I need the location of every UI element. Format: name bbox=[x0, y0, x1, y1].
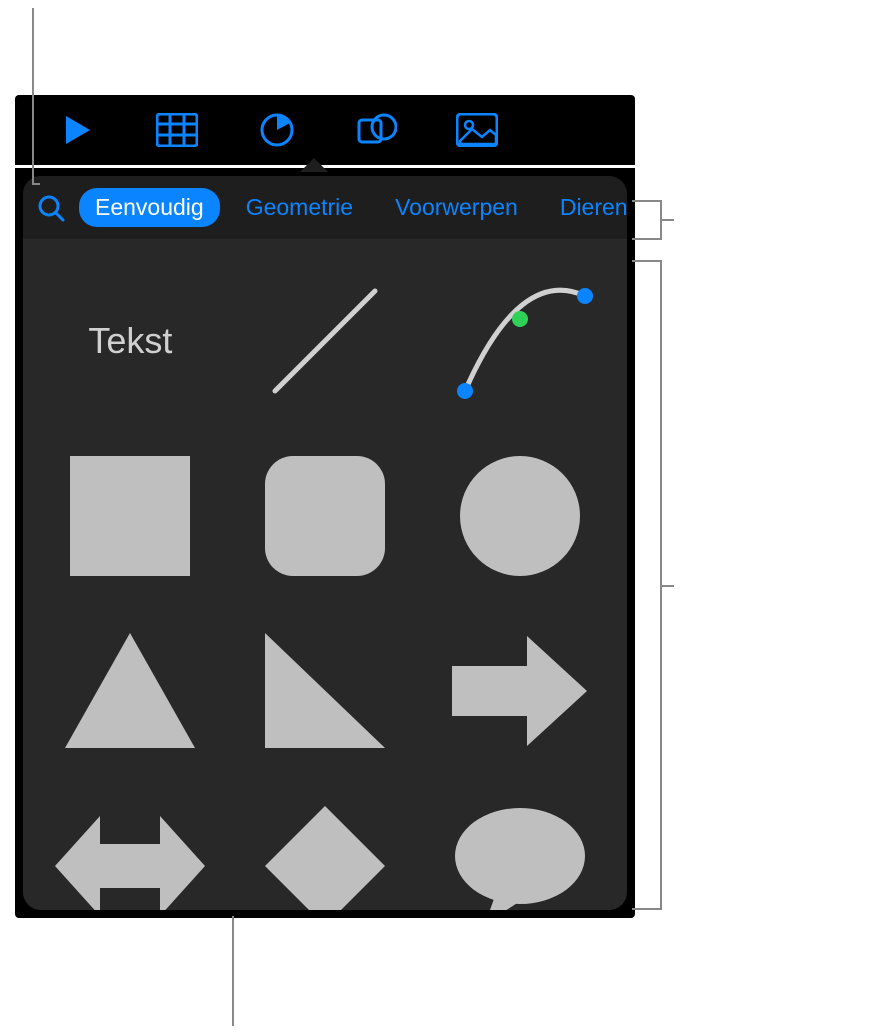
popover-pointer bbox=[300, 158, 328, 172]
shape-icon[interactable] bbox=[355, 110, 399, 150]
category-tabs: Eenvoudig Geometrie Voorwerpen Dieren bbox=[23, 176, 627, 240]
shape-square[interactable] bbox=[53, 433, 208, 598]
shape-triangle[interactable] bbox=[53, 608, 208, 773]
shape-double-arrow[interactable] bbox=[53, 783, 208, 910]
callout-line bbox=[660, 585, 674, 587]
shape-arrow-right[interactable] bbox=[442, 608, 597, 773]
callout-line bbox=[32, 183, 40, 185]
text-shape-label: Tekst bbox=[88, 320, 172, 362]
callout-line bbox=[632, 260, 662, 262]
shape-line[interactable] bbox=[248, 258, 403, 423]
shapes-grid: Tekst bbox=[23, 240, 627, 910]
shape-right-triangle[interactable] bbox=[248, 608, 403, 773]
tab-voorwerpen[interactable]: Voorwerpen bbox=[379, 188, 534, 227]
shape-speech-bubble[interactable] bbox=[442, 783, 597, 910]
callout-line bbox=[632, 908, 662, 910]
popover-container: Eenvoudig Geometrie Voorwerpen Dieren Te… bbox=[15, 168, 635, 918]
callout-line bbox=[232, 916, 234, 1026]
toolbar bbox=[15, 95, 635, 165]
callout-line bbox=[632, 200, 662, 202]
tab-geometrie[interactable]: Geometrie bbox=[230, 188, 369, 227]
shape-text[interactable]: Tekst bbox=[53, 258, 208, 423]
shape-circle[interactable] bbox=[442, 433, 597, 598]
callout-line bbox=[32, 8, 34, 183]
play-icon[interactable] bbox=[55, 110, 99, 150]
shape-diamond[interactable] bbox=[248, 783, 403, 910]
shape-rounded-square[interactable] bbox=[248, 433, 403, 598]
shape-curve[interactable] bbox=[442, 258, 597, 423]
shapes-popover: Eenvoudig Geometrie Voorwerpen Dieren Te… bbox=[23, 176, 627, 910]
callout-line bbox=[660, 219, 674, 221]
tab-eenvoudig[interactable]: Eenvoudig bbox=[79, 188, 220, 227]
callout-line bbox=[632, 238, 662, 240]
chart-icon[interactable] bbox=[255, 110, 299, 150]
tab-dieren[interactable]: Dieren bbox=[544, 188, 627, 227]
search-icon[interactable] bbox=[33, 190, 69, 226]
table-icon[interactable] bbox=[155, 110, 199, 150]
media-icon[interactable] bbox=[455, 110, 499, 150]
